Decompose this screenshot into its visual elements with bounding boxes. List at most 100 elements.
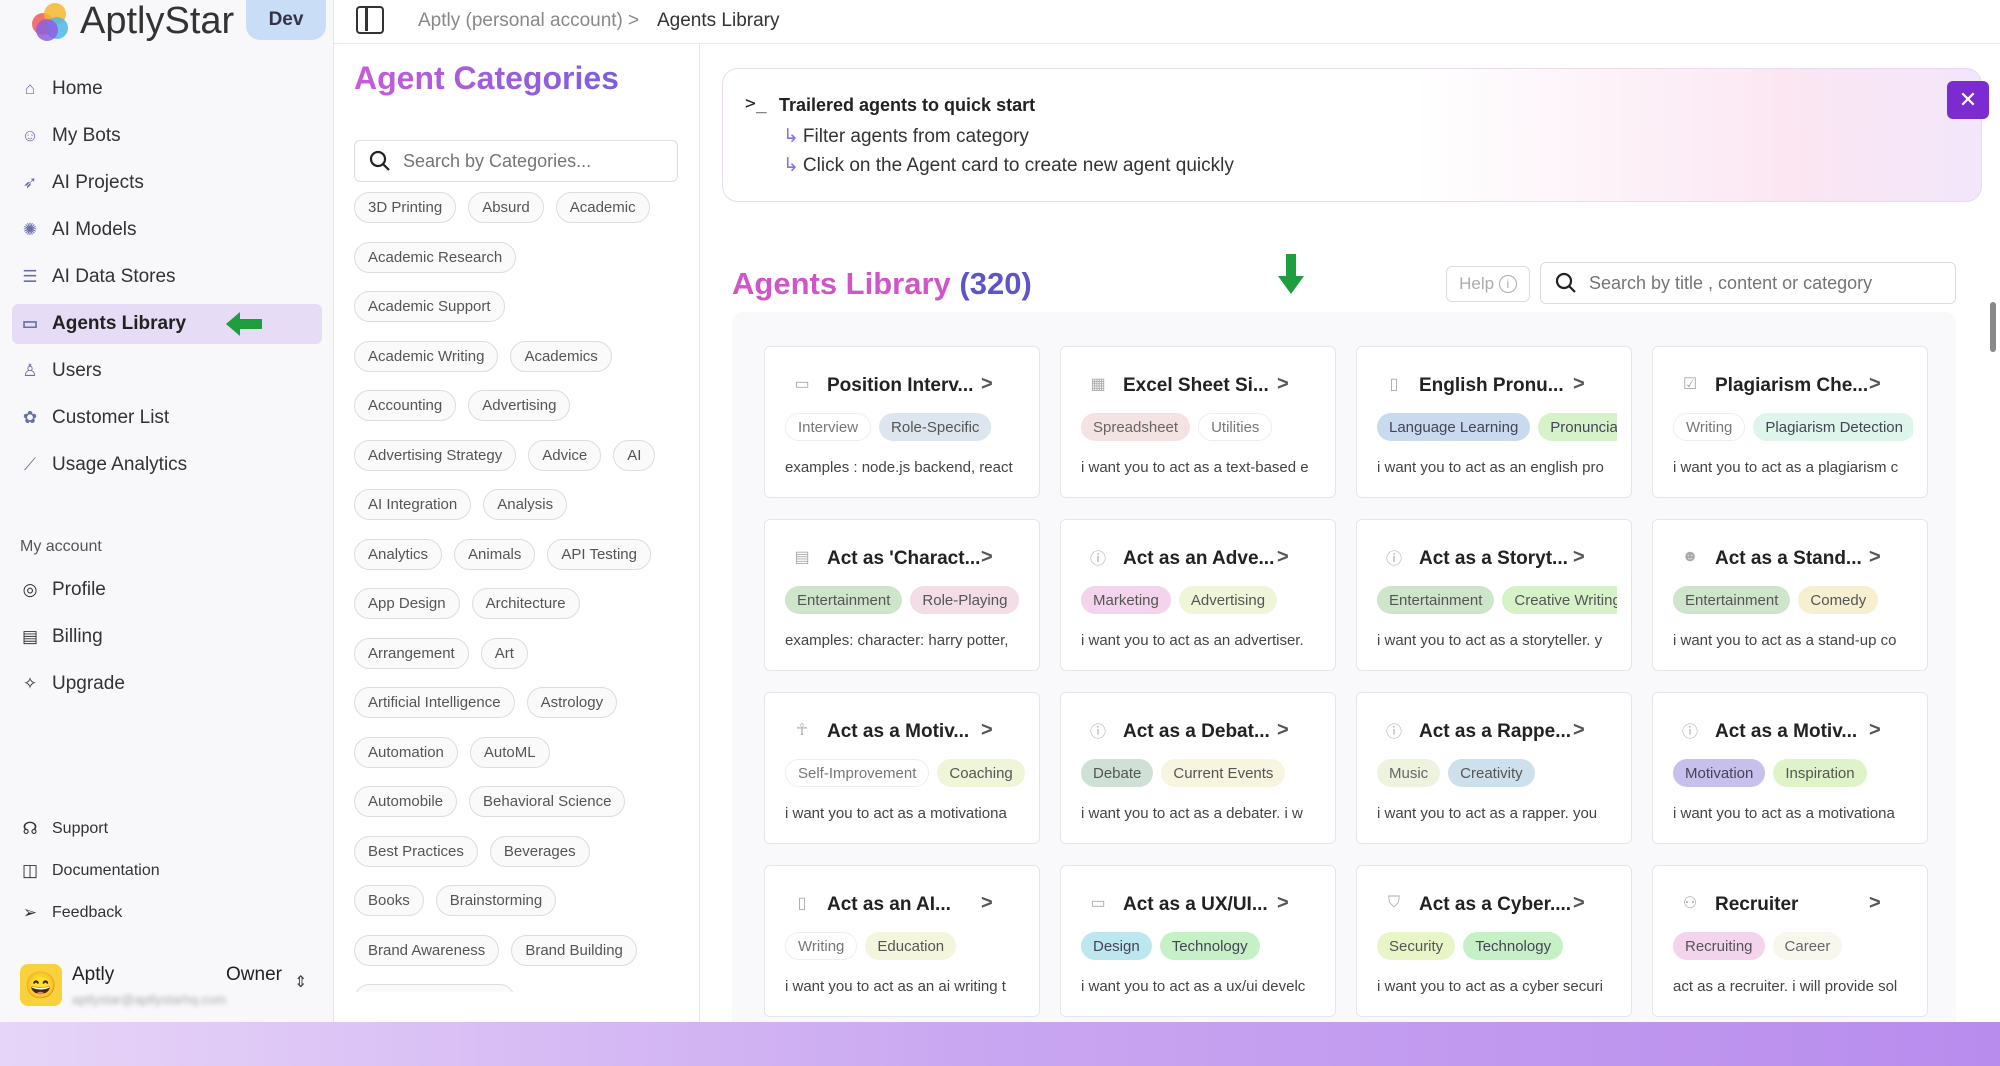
agent-tag[interactable]: Security xyxy=(1377,932,1456,960)
agent-tag[interactable]: Marketing xyxy=(1081,586,1171,614)
category-search[interactable] xyxy=(354,140,678,182)
category-chip[interactable]: Accounting xyxy=(354,390,457,421)
agent-tag[interactable]: Education xyxy=(865,932,957,960)
agent-tag[interactable]: Technology xyxy=(1159,932,1260,960)
category-chip[interactable]: AI Integration xyxy=(354,489,472,520)
category-chip[interactable]: AI xyxy=(613,439,656,471)
category-chip[interactable]: Automation xyxy=(354,736,458,768)
agent-tag[interactable]: Technology xyxy=(1463,932,1564,960)
category-chip[interactable]: Books xyxy=(354,885,424,916)
agent-card[interactable]: ⓘ Act as a Storyt... > Entertainment Creativ… xyxy=(1356,519,1632,671)
agent-search-input[interactable] xyxy=(1589,272,1949,294)
logo[interactable]: AptlyStar xyxy=(30,0,234,42)
agent-tag[interactable]: Entertainment xyxy=(1673,586,1791,614)
sidebar-item-profile[interactable]: ◎ Profile xyxy=(12,570,322,610)
category-chip[interactable]: Beverages xyxy=(489,835,590,867)
agent-tag[interactable]: Role-Specific xyxy=(879,413,992,441)
category-chip[interactable]: 3D Printing xyxy=(354,192,457,223)
main-scrollbar[interactable] xyxy=(1990,302,1996,352)
category-chip[interactable]: Best Practices xyxy=(354,835,478,867)
agent-tag[interactable]: Current Events xyxy=(1161,759,1286,787)
chevron-up-down-icon[interactable]: ⇕ xyxy=(294,972,307,992)
category-chip[interactable]: Academic Research xyxy=(354,241,517,273)
category-chip[interactable]: Astrology xyxy=(526,687,618,718)
sidebar-item-documentation[interactable]: ◫ Documentation xyxy=(12,852,322,890)
agent-tag[interactable]: Writing xyxy=(785,932,858,960)
chevron-right-icon[interactable]: > xyxy=(1573,719,1585,742)
agent-card[interactable]: ☥ Act as a Motiv... > Self-Improvement Coach… xyxy=(764,692,1040,844)
category-search-input[interactable] xyxy=(403,150,663,172)
agent-tag[interactable]: Music xyxy=(1377,759,1441,787)
agent-tag[interactable]: Motivation xyxy=(1673,759,1766,787)
sidebar-item-billing[interactable]: ▤ Billing xyxy=(12,617,322,657)
category-chip[interactable]: Academics xyxy=(510,340,612,372)
agent-tag[interactable]: Inspiration xyxy=(1773,759,1867,787)
sidebar-item-ai-data-stores[interactable]: ☰ AI Data Stores xyxy=(12,257,322,297)
sidebar-item-agents-library[interactable]: ▭ Agents Library xyxy=(12,304,322,344)
sidebar-item-ai-projects[interactable]: ➶ AI Projects xyxy=(12,163,322,203)
sidebar-toggle-icon[interactable] xyxy=(356,6,384,34)
sidebar-item-customer-list[interactable]: ✿ Customer List xyxy=(12,398,322,438)
agent-tag[interactable]: Self-Improvement xyxy=(785,759,930,787)
agent-card[interactable]: ▭ Act as a UX/UI... > Design Technology i wan… xyxy=(1060,865,1336,1017)
agent-card[interactable]: ▯ Act as an AI... > Writing Education i want … xyxy=(764,865,1040,1017)
chevron-right-icon[interactable]: > xyxy=(1277,373,1289,396)
chevron-right-icon[interactable]: > xyxy=(1573,546,1585,569)
agent-card[interactable]: ▦ Excel Sheet Si... > Spreadsheet Utilities i… xyxy=(1060,346,1336,498)
agent-card[interactable]: ▭ Position Interv... > Interview Role-Specif… xyxy=(764,346,1040,498)
help-button[interactable]: Help i xyxy=(1446,266,1530,302)
chevron-right-icon[interactable]: > xyxy=(1277,719,1289,742)
agent-card[interactable]: ▤ Act as 'Charact... > Entertainment Role-Pl… xyxy=(764,519,1040,671)
sidebar-item-ai-models[interactable]: ✺ AI Models xyxy=(12,210,322,250)
agent-tag[interactable]: Utilities xyxy=(1198,413,1273,441)
category-chip[interactable]: Academic xyxy=(555,192,650,223)
agent-tag[interactable]: Entertainment xyxy=(785,586,903,614)
agent-tag[interactable]: Language Learning xyxy=(1377,413,1531,441)
chevron-right-icon[interactable]: > xyxy=(1869,546,1881,569)
breadcrumb-account[interactable]: Aptly (personal account) xyxy=(418,10,623,32)
category-chip[interactable]: AutoML xyxy=(469,736,550,768)
category-chip[interactable]: Brand Awareness xyxy=(354,934,500,966)
sidebar-item-support[interactable]: ☊ Support xyxy=(12,810,322,848)
chevron-right-icon[interactable]: > xyxy=(981,892,993,915)
chevron-right-icon[interactable]: > xyxy=(1573,892,1585,915)
agent-tag[interactable]: Comedy xyxy=(1798,586,1879,614)
agent-card[interactable]: ⓘ Act as a Motiv... > Motivation Inspiration… xyxy=(1652,692,1928,844)
agent-tag[interactable]: Plagiarism Detection xyxy=(1753,413,1913,441)
agent-tag[interactable]: Pronunciation xyxy=(1538,413,1617,441)
category-chip[interactable]: Behavioral Science xyxy=(469,786,626,817)
agent-card[interactable]: ⓘ Act as a Debat... > Debate Current Events i… xyxy=(1060,692,1336,844)
category-chip[interactable]: Advertising xyxy=(468,390,571,421)
agent-tag[interactable]: Creativity xyxy=(1448,759,1535,787)
chevron-right-icon[interactable]: > xyxy=(1869,373,1881,396)
user-menu[interactable]: 😄 Aptly aptlystar@aptlystarhq.com Owner … xyxy=(12,952,322,1018)
category-chip[interactable]: Automobile xyxy=(354,786,458,817)
sidebar-item-my-bots[interactable]: ☺ My Bots xyxy=(12,116,322,156)
sidebar-item-users[interactable]: ♙ Users xyxy=(12,351,322,391)
category-chip[interactable]: Analysis xyxy=(483,489,568,520)
sidebar-item-upgrade[interactable]: ✧ Upgrade xyxy=(12,664,322,704)
agent-card[interactable]: ▯ English Pronu... > Language Learning Pronu… xyxy=(1356,346,1632,498)
category-chip[interactable]: Artificial Intelligence xyxy=(354,687,515,718)
agent-card[interactable]: ⚇ Recruiter > Recruiting Career act as a recr… xyxy=(1652,865,1928,1017)
chevron-right-icon[interactable]: > xyxy=(1277,892,1289,915)
agent-tag[interactable]: Career xyxy=(1772,932,1843,960)
agent-card[interactable]: ☑ Plagiarism Che... > Writing Plagiarism Det… xyxy=(1652,346,1928,498)
close-banner-button[interactable]: ✕ xyxy=(1947,81,1989,119)
category-chip[interactable]: Academic Writing xyxy=(354,340,499,372)
category-chip[interactable]: Analytics xyxy=(354,538,443,570)
chevron-right-icon[interactable]: > xyxy=(981,719,993,742)
category-chip[interactable]: Advertising Strategy xyxy=(354,439,517,471)
category-chip[interactable]: Arrangement xyxy=(354,637,469,669)
agent-tag[interactable]: Advertising xyxy=(1178,586,1278,614)
agent-tag[interactable]: Recruiting xyxy=(1673,932,1765,960)
category-chip[interactable]: Academic Support xyxy=(354,291,505,322)
category-chip[interactable]: Advice xyxy=(528,439,602,471)
agent-tag[interactable]: Spreadsheet xyxy=(1081,413,1191,441)
agent-tag[interactable]: Coaching xyxy=(937,759,1025,787)
agent-card[interactable]: ⓘ Act as an Adve... > Marketing Advertising i… xyxy=(1060,519,1336,671)
agent-card[interactable]: ⓘ Act as a Rappe... > Music Creativity i want… xyxy=(1356,692,1632,844)
sidebar-item-home[interactable]: ⌂ Home xyxy=(12,69,322,109)
category-chip[interactable]: Brand Building xyxy=(511,934,637,966)
category-chip[interactable]: Brand Collaboration xyxy=(354,984,515,992)
